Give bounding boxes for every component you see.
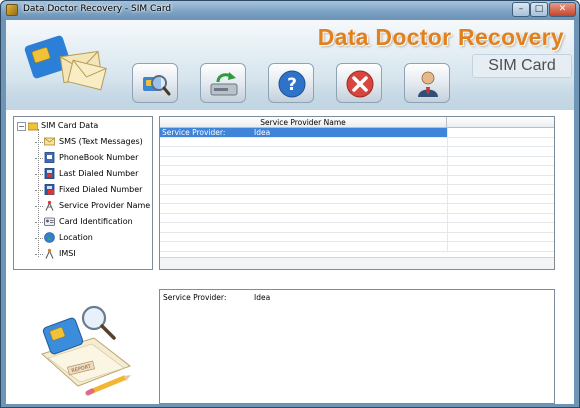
tree-item-label: IMSI	[59, 249, 76, 258]
grid-rows: Service Provider: Idea	[160, 128, 554, 252]
grid-header: Service Provider Name	[160, 117, 554, 128]
brand-subtitle: SIM Card	[472, 54, 572, 78]
folder-sim-icon	[28, 122, 38, 131]
table-row-empty	[160, 232, 554, 242]
globe-icon	[44, 232, 55, 243]
tree-item-label: Location	[59, 233, 93, 242]
sim-icon	[45, 248, 54, 259]
sim-data-tree[interactable]: − SIM Card Data SMS (Text Messages) Phon…	[13, 116, 153, 270]
detail-pane[interactable]: Service Provider: Idea	[159, 289, 555, 404]
tree-item-label: SMS (Text Messages)	[59, 137, 143, 146]
table-row-empty	[160, 185, 554, 195]
envelope-icon	[44, 137, 55, 146]
antenna-icon	[45, 200, 54, 211]
report-illustration-icon: REPORT	[41, 305, 132, 396]
save-drive-icon	[210, 72, 238, 96]
close-icon	[346, 70, 374, 98]
tree-item-label: PhoneBook Number	[59, 153, 139, 162]
exit-button[interactable]	[336, 63, 382, 103]
window-title: Data Doctor Recovery - SIM Card	[23, 4, 172, 14]
table-row-empty	[160, 137, 554, 147]
maximize-button[interactable]: □	[530, 2, 548, 17]
id-card-icon	[44, 217, 55, 226]
help-button[interactable]: ?	[268, 63, 314, 103]
detail-label: Service Provider:	[163, 293, 227, 302]
app-window: Data Doctor Recovery - SIM Card – □ ✕ Da…	[0, 0, 580, 408]
results-grid[interactable]: Service Provider Name Service Provider: …	[159, 116, 555, 270]
about-button[interactable]	[404, 63, 450, 103]
tree-item-phonebook[interactable]: PhoneBook Number	[35, 151, 152, 165]
tree-item-fixed-dialed[interactable]: Fixed Dialed Number	[35, 183, 152, 197]
tree-item-service-provider[interactable]: Service Provider Name	[35, 199, 152, 213]
tree-root[interactable]: − SIM Card Data	[14, 119, 144, 133]
title-bar[interactable]: Data Doctor Recovery - SIM Card – □ ✕	[1, 1, 579, 20]
table-row-empty	[160, 166, 554, 176]
user-icon	[418, 71, 438, 97]
column-header-service-provider[interactable]: Service Provider Name	[160, 117, 447, 128]
tree-item-label: Service Provider Name	[59, 201, 151, 210]
minimize-button[interactable]: –	[512, 2, 530, 17]
tree-item-card-id[interactable]: Card Identification	[35, 215, 152, 229]
tree-item-label: Last Dialed Number	[59, 169, 139, 178]
tree-item-sms[interactable]: SMS (Text Messages)	[35, 135, 152, 149]
svg-text:?: ?	[287, 75, 297, 95]
sim-envelope-logo-icon	[24, 35, 107, 91]
tree-item-imsi[interactable]: IMSI	[35, 247, 152, 261]
phone-fixed-icon	[44, 184, 55, 195]
table-row-empty	[160, 242, 554, 252]
tree-item-label: Card Identification	[59, 217, 133, 226]
tree-item-last-dialed[interactable]: Last Dialed Number	[35, 167, 152, 181]
save-button[interactable]	[200, 63, 246, 103]
table-row-empty	[160, 213, 554, 223]
brand-title: Data Doctor Recovery	[317, 24, 564, 50]
app-icon	[6, 4, 18, 16]
cell-label: Service Provider:	[162, 128, 226, 137]
phone-icon	[44, 168, 55, 179]
grid-horizontal-scrollbar[interactable]	[160, 257, 554, 269]
search-sim-icon	[143, 75, 171, 96]
tree-root-label: SIM Card Data	[41, 121, 99, 130]
cell-value: Idea	[254, 128, 271, 137]
client-area: Data Doctor Recovery SIM Card ? − SIM Ca…	[6, 20, 574, 404]
table-row-empty	[160, 156, 554, 166]
tree-item-label: Fixed Dialed Number	[59, 185, 143, 194]
collapse-icon[interactable]: −	[17, 122, 26, 131]
table-row[interactable]: Service Provider: Idea	[160, 128, 554, 138]
table-row-empty	[160, 223, 554, 233]
help-icon: ?	[278, 70, 306, 98]
close-window-button[interactable]: ✕	[549, 2, 576, 17]
table-row-empty	[160, 194, 554, 204]
table-row-empty	[160, 147, 554, 157]
search-button[interactable]	[132, 63, 178, 103]
detail-value: Idea	[254, 293, 271, 302]
header-banner: Data Doctor Recovery SIM Card ?	[6, 20, 574, 110]
tree-item-location[interactable]: Location	[35, 231, 152, 245]
phonebook-icon	[44, 152, 55, 163]
table-row-empty	[160, 204, 554, 214]
table-row-empty	[160, 175, 554, 185]
